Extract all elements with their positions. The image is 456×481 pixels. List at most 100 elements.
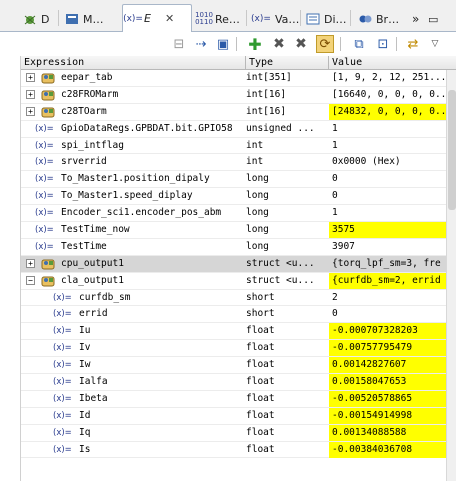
- table-row[interactable]: (x)= GpioDataRegs.GPBDAT.bit.GPIO58 unsign…: [21, 121, 456, 138]
- value-cell[interactable]: 0.00142827607: [329, 357, 449, 374]
- expressions-icon: (x)=: [123, 13, 143, 24]
- expression-cell: (x)= srverrid: [21, 154, 244, 170]
- variable-icon: (x)=: [35, 241, 54, 252]
- collapse-icon[interactable]: −: [26, 275, 35, 285]
- value-cell[interactable]: 3575: [329, 222, 449, 239]
- column-header-expression[interactable]: Expression: [21, 56, 246, 70]
- table-row[interactable]: (x)= Id float -0.00154914998: [21, 407, 456, 425]
- expand-icon[interactable]: +: [26, 89, 35, 99]
- value-cell[interactable]: 0: [329, 306, 449, 322]
- new-window-button[interactable]: ⧉: [350, 35, 368, 53]
- value-cell[interactable]: 1: [329, 205, 449, 221]
- table-row[interactable]: + c28FROMarm int[16] [16640, 0, 0, 0, 0...: [21, 87, 456, 104]
- table-row[interactable]: (x)= errid short 0: [21, 306, 456, 324]
- tab-debug[interactable]: D: [22, 6, 49, 32]
- add-expression-button[interactable]: ✚: [246, 35, 264, 54]
- table-row[interactable]: (x)= TestTime long 3907: [21, 239, 456, 256]
- table-row[interactable]: (x)= Iq float 0.00134088588: [21, 424, 456, 442]
- minimize-button[interactable]: ▭: [428, 6, 438, 32]
- expand-icon[interactable]: +: [26, 73, 35, 82]
- expression-cell: (x)= Is: [21, 442, 244, 458]
- value-cell[interactable]: {curfdb_sm=2, errid: [329, 272, 449, 289]
- value-cell[interactable]: 0: [329, 188, 449, 204]
- table-row[interactable]: (x)= Encoder_sci1.encoder_pos_abm long 1: [21, 205, 456, 223]
- expression-cell: (x)= spi_intflag: [21, 138, 244, 154]
- value-cell[interactable]: 0: [329, 171, 449, 187]
- refresh-button[interactable]: ⇄: [404, 35, 422, 53]
- variable-icon: (x)=: [53, 309, 72, 320]
- table-row[interactable]: (x)= Ibeta float -0.00520578865: [21, 390, 456, 408]
- expression-name: Id: [79, 409, 91, 421]
- expression-cell: (x)= To_Master1.speed_diplay: [21, 188, 244, 204]
- remove-expression-button[interactable]: ✖: [270, 35, 288, 53]
- table-row[interactable]: − cla_output1 struct <u... {curfdb_sm=2, er…: [21, 272, 456, 290]
- expression-cell: (x)= Id: [21, 408, 244, 424]
- column-header-value[interactable]: Value: [329, 56, 456, 70]
- close-icon[interactable]: ✕: [165, 12, 174, 25]
- table-row[interactable]: (x)= Iu float -0.000707328203: [21, 323, 456, 341]
- value-cell[interactable]: -0.00520578865: [329, 390, 449, 407]
- value-cell[interactable]: [24832, 0, 0, 0, 0...]: [329, 103, 449, 120]
- value-cell[interactable]: [16640, 0, 0, 0, 0...: [329, 87, 449, 103]
- pin-button[interactable]: ⊡: [374, 35, 392, 53]
- expand-icon[interactable]: +: [26, 258, 35, 268]
- show-type-names-button[interactable]: ⇢: [192, 35, 210, 53]
- value-cell[interactable]: -0.00384036708: [329, 441, 449, 458]
- value-cell[interactable]: 0.00158047653: [329, 374, 449, 391]
- scrollbar-thumb[interactable]: [448, 90, 456, 210]
- column-header-type[interactable]: Type: [246, 56, 329, 70]
- memory-icon: [64, 12, 80, 26]
- show-logical-structure-button[interactable]: ▣: [214, 35, 232, 53]
- table-row[interactable]: (x)= Ialfa float 0.00158047653: [21, 374, 456, 391]
- expand-icon[interactable]: +: [26, 106, 35, 116]
- debug-icon: [22, 12, 38, 26]
- value-cell[interactable]: [1, 9, 2, 12, 251...]: [329, 70, 449, 86]
- type-cell: long: [246, 207, 269, 219]
- collapse-all-button[interactable]: ⊟: [170, 35, 188, 53]
- tab-memory[interactable]: M…: [64, 6, 104, 32]
- table-row[interactable]: (x)= spi_intflag int 1: [21, 138, 456, 155]
- tab-disassembly[interactable]: Di…: [305, 6, 347, 32]
- remove-all-button[interactable]: ✖: [292, 35, 310, 53]
- value-cell[interactable]: {torq_lpf_sm=3, fre: [329, 256, 449, 272]
- tab-registers[interactable]: 1010 0110 Re…: [195, 6, 240, 32]
- tab-label: Re…: [215, 12, 240, 26]
- tab-expressions[interactable]: (x)= E ✕: [122, 4, 192, 32]
- value-cell[interactable]: 0x0000 (Hex): [329, 154, 449, 170]
- table-row[interactable]: + c28TOarm int[16] [24832, 0, 0, 0, 0...]: [21, 103, 456, 121]
- value-cell[interactable]: 1: [329, 138, 449, 154]
- tab-variables[interactable]: (x)= Va…: [250, 6, 299, 32]
- vertical-scrollbar[interactable]: [446, 70, 456, 481]
- continuous-refresh-button[interactable]: ⟳: [316, 35, 334, 53]
- expression-cell: − cla_output1: [21, 273, 244, 289]
- table-row[interactable]: (x)= curfdb_sm short 2: [21, 290, 456, 307]
- type-cell: int: [246, 156, 264, 168]
- table-row[interactable]: (x)= Iv float -0.00757795479: [21, 340, 456, 358]
- value-cell[interactable]: -0.00154914998: [329, 407, 449, 424]
- expression-cell: + c28TOarm: [21, 104, 244, 120]
- value-cell[interactable]: -0.00757795479: [329, 340, 449, 357]
- value-cell[interactable]: 3907: [329, 239, 449, 255]
- table-row[interactable]: (x)= srverrid int 0x0000 (Hex): [21, 154, 456, 172]
- tab-breakpoints[interactable]: Br…: [357, 6, 399, 32]
- table-row[interactable]: (x)= Iw float 0.00142827607: [21, 357, 456, 375]
- expression-name: c28TOarm: [61, 105, 107, 117]
- value-cell[interactable]: 2: [329, 290, 449, 306]
- expression-name: Is: [79, 443, 91, 455]
- view-menu-button[interactable]: ▽: [426, 35, 444, 53]
- disassembly-icon: [305, 12, 321, 26]
- table-row[interactable]: + eepar_tab int[351] [1, 9, 2, 12, 251...]: [21, 70, 456, 87]
- remove-icon: ✖: [273, 36, 285, 52]
- expressions-toolbar: ⊟ ⇢ ▣ ✚ ✖ ✖ ⟳ ⧉ ⊡ ⇄ ▽: [0, 32, 456, 56]
- view-menu-chevron[interactable]: »: [412, 6, 419, 32]
- variable-icon: (x)=: [53, 393, 72, 404]
- value-cell[interactable]: -0.000707328203: [329, 323, 449, 340]
- table-row[interactable]: + cpu_output1 struct <u... {torq_lpf_sm=3, …: [21, 255, 456, 273]
- table-row[interactable]: (x)= Is float -0.00384036708: [21, 441, 456, 459]
- table-row[interactable]: (x)= To_Master1.speed_diplay long 0: [21, 188, 456, 206]
- value-cell[interactable]: 0.00134088588: [329, 424, 449, 441]
- value-cell[interactable]: 1: [329, 121, 449, 137]
- tab-label: D: [41, 12, 50, 26]
- table-row[interactable]: (x)= To_Master1.position_dipaly long 0: [21, 171, 456, 189]
- table-row[interactable]: (x)= TestTime_now long 3575: [21, 222, 456, 239]
